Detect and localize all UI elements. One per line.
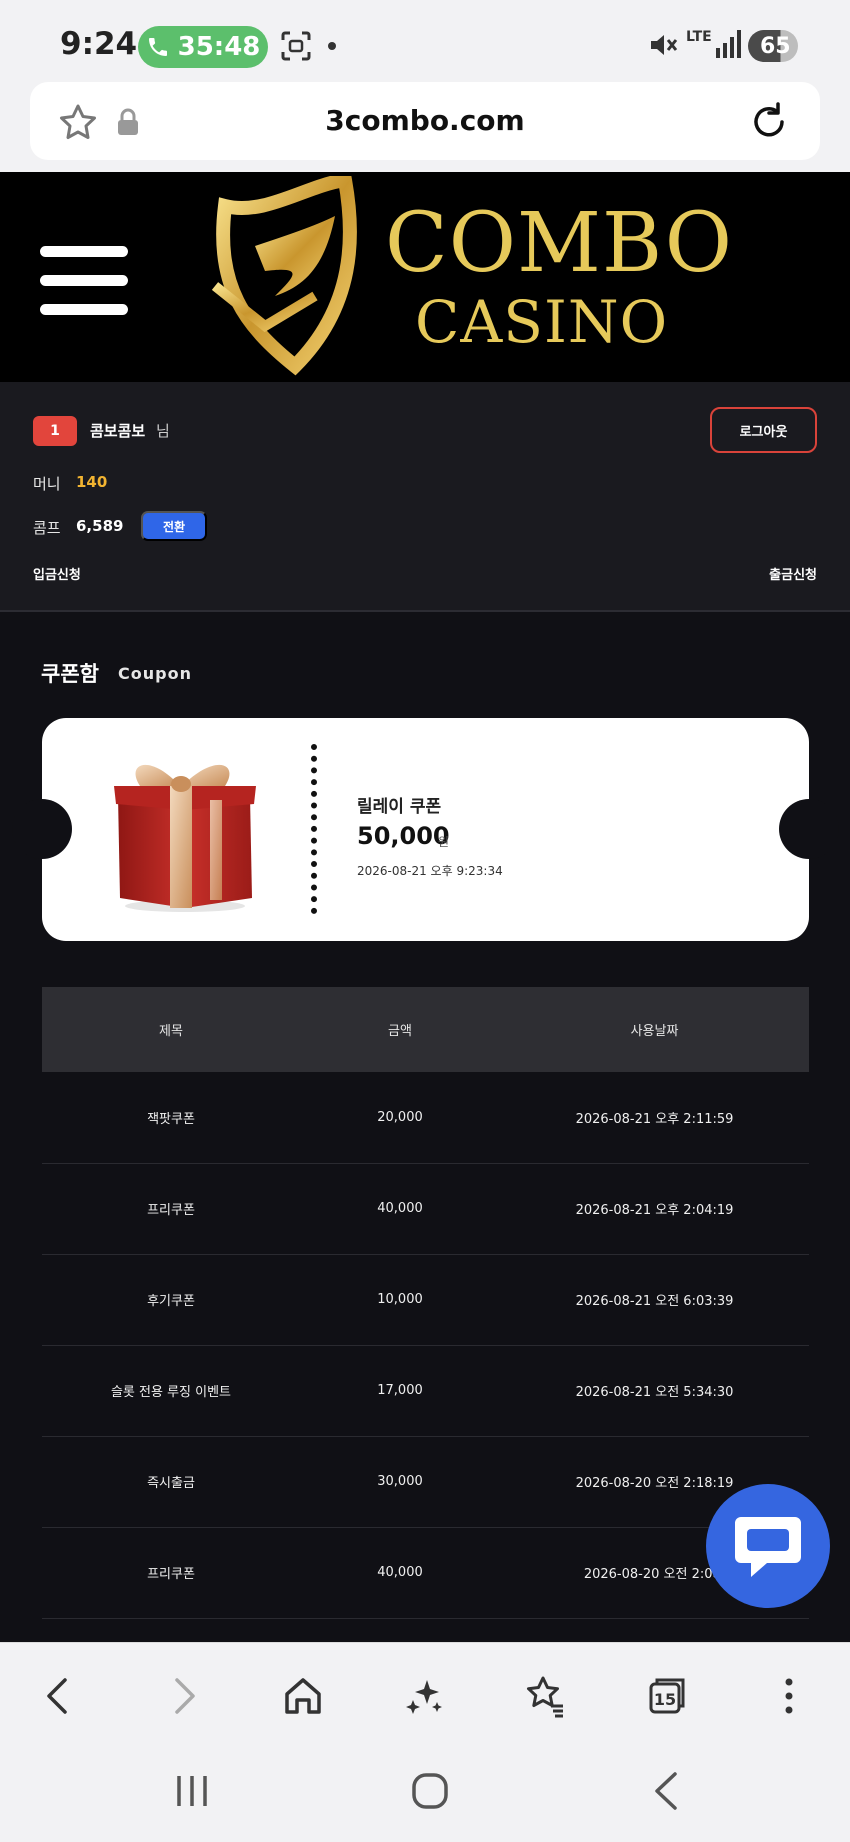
username-honorific: 님 xyxy=(156,422,170,440)
sparkle-icon xyxy=(406,1680,442,1714)
tab-count: 15 xyxy=(654,1690,676,1709)
chat-bubble-icon xyxy=(735,1517,801,1577)
phone-icon xyxy=(148,38,167,56)
user-panel: 1 콤보콤보 님 로그아웃 머니 140 콤프 6,589 전환 입금신청 출금… xyxy=(0,382,850,612)
cell-title: 프리쿠폰 xyxy=(42,1163,300,1255)
table-row: 프리쿠폰 40,000 2026-08-21 오후 2:04:19 xyxy=(42,1163,809,1255)
url-bar[interactable]: 3combo.com xyxy=(30,82,820,160)
page-subtitle: Coupon xyxy=(118,664,192,683)
screenshot-icon xyxy=(281,31,311,61)
battery-indicator: 65 xyxy=(748,30,798,62)
browser-toolbar: 15 xyxy=(0,1642,850,1744)
cell-amount: 10,000 xyxy=(300,1254,500,1346)
shield-emblem-icon xyxy=(211,176,357,376)
cell-title: 잭팟쿠폰 xyxy=(42,1072,300,1164)
ticket-perforation xyxy=(311,744,317,914)
comp-label: 콤프 xyxy=(33,519,61,537)
status-bar: 9:24 35:48 LTE 65 xyxy=(0,0,850,82)
more-options-button[interactable] xyxy=(764,1671,814,1721)
cell-amount: 30,000 xyxy=(300,1436,500,1528)
network-type: LTE xyxy=(686,29,712,45)
table-row: 즉시출금 30,000 2026-08-20 오전 2:18:19 xyxy=(42,1436,809,1528)
system-back-icon[interactable] xyxy=(643,1766,693,1816)
table-row: 슬롯 전용 루징 이벤트 17,000 2026-08-21 오전 5:34:3… xyxy=(42,1345,809,1437)
withdraw-request-link[interactable]: 출금신청 xyxy=(769,564,817,583)
status-time: 9:24 xyxy=(60,26,138,62)
cell-date: 2026-08-21 오후 2:04:19 xyxy=(500,1163,809,1255)
level-badge: 1 xyxy=(33,416,77,446)
logo-text-casino: CASINO xyxy=(415,288,669,356)
deposit-request-link[interactable]: 입금신청 xyxy=(33,564,81,583)
chevron-left-icon xyxy=(47,1678,67,1714)
menu-icon[interactable] xyxy=(40,246,130,315)
chevron-right-icon xyxy=(175,1678,195,1714)
logout-button[interactable]: 로그아웃 xyxy=(710,407,817,453)
home-icon xyxy=(285,1678,321,1714)
coupon-history-table: 제목 금액 사용날짜 잭팟쿠폰 20,000 2026-08-21 오후 2:1… xyxy=(42,987,809,1619)
gift-box-icon xyxy=(114,764,256,912)
back-button[interactable] xyxy=(34,1671,84,1721)
coupon-currency: 원 xyxy=(438,835,450,849)
cell-amount: 20,000 xyxy=(300,1072,500,1164)
cell-date: 2026-08-21 오전 6:03:39 xyxy=(500,1254,809,1346)
column-header-title: 제목 xyxy=(42,987,300,1072)
table-row: 후기쿠폰 10,000 2026-08-21 오전 6:03:39 xyxy=(42,1254,809,1346)
system-navigation-bar xyxy=(0,1744,850,1842)
site-logo[interactable]: COMBO CASINO xyxy=(205,176,732,376)
column-header-amount: 금액 xyxy=(300,987,500,1072)
mute-icon xyxy=(651,35,678,55)
site-header: COMBO CASINO xyxy=(0,172,850,382)
home-button[interactable] xyxy=(278,1671,328,1721)
cell-amount: 17,000 xyxy=(300,1345,500,1437)
kebab-menu-icon xyxy=(785,1678,793,1714)
ai-assistant-button[interactable] xyxy=(400,1671,450,1721)
logo-text-combo: COMBO xyxy=(385,196,733,291)
coupon-amount: 50,000 xyxy=(357,822,450,850)
cell-date: 2026-08-21 오후 2:11:59 xyxy=(500,1072,809,1164)
url-text[interactable]: 3combo.com xyxy=(30,104,820,137)
cell-title: 즉시출금 xyxy=(42,1436,300,1528)
cell-title: 프리쿠폰 xyxy=(42,1527,300,1619)
cell-amount: 40,000 xyxy=(300,1527,500,1619)
tabs-icon: 15 xyxy=(649,1678,685,1714)
call-timer-pill[interactable]: 35:48 xyxy=(138,26,268,68)
table-row: 프리쿠폰 40,000 2026-08-20 오전 2:08: xyxy=(42,1527,809,1619)
star-list-icon xyxy=(527,1676,563,1718)
cell-date: 2026-08-21 오전 5:34:30 xyxy=(500,1345,809,1437)
cell-title: 후기쿠폰 xyxy=(42,1254,300,1346)
coupon-name: 릴레이 쿠폰 xyxy=(357,797,442,817)
signal-icon xyxy=(716,30,741,58)
money-label: 머니 xyxy=(33,475,61,493)
call-timer-text: 35:48 xyxy=(177,32,261,62)
money-value: 140 xyxy=(76,473,108,491)
recent-apps-icon[interactable] xyxy=(167,1766,217,1816)
cell-title: 슬롯 전용 루징 이벤트 xyxy=(42,1345,300,1437)
coupon-date: 2026-08-21 오후 9:23:34 xyxy=(357,864,503,878)
convert-button[interactable]: 전환 xyxy=(141,511,207,541)
cell-amount: 40,000 xyxy=(300,1163,500,1255)
reload-icon[interactable] xyxy=(750,100,790,142)
notification-dot xyxy=(328,42,336,50)
page-title: 쿠폰함 xyxy=(41,662,99,686)
bookmarks-button[interactable] xyxy=(520,1671,570,1721)
forward-button[interactable] xyxy=(158,1671,208,1721)
column-header-date: 사용날짜 xyxy=(500,987,809,1072)
ticket-notch-left xyxy=(12,799,72,859)
ticket-notch-right xyxy=(779,799,839,859)
tabs-button[interactable]: 15 xyxy=(642,1671,692,1721)
table-row: 잭팟쿠폰 20,000 2026-08-21 오후 2:11:59 xyxy=(42,1072,809,1164)
coupon-card[interactable]: 릴레이 쿠폰 50,000 원 2026-08-21 오후 9:23:34 xyxy=(12,718,839,941)
table-header-row: 제목 금액 사용날짜 xyxy=(42,987,809,1072)
comp-value: 6,589 xyxy=(76,517,124,535)
main-content: 쿠폰함 Coupon 릴레이 쿠폰 50,000 원 2026-08-21 오후… xyxy=(0,612,850,1642)
home-circle-icon[interactable] xyxy=(405,1766,455,1816)
live-chat-button[interactable] xyxy=(706,1484,830,1608)
username: 콤보콤보 xyxy=(90,422,146,440)
